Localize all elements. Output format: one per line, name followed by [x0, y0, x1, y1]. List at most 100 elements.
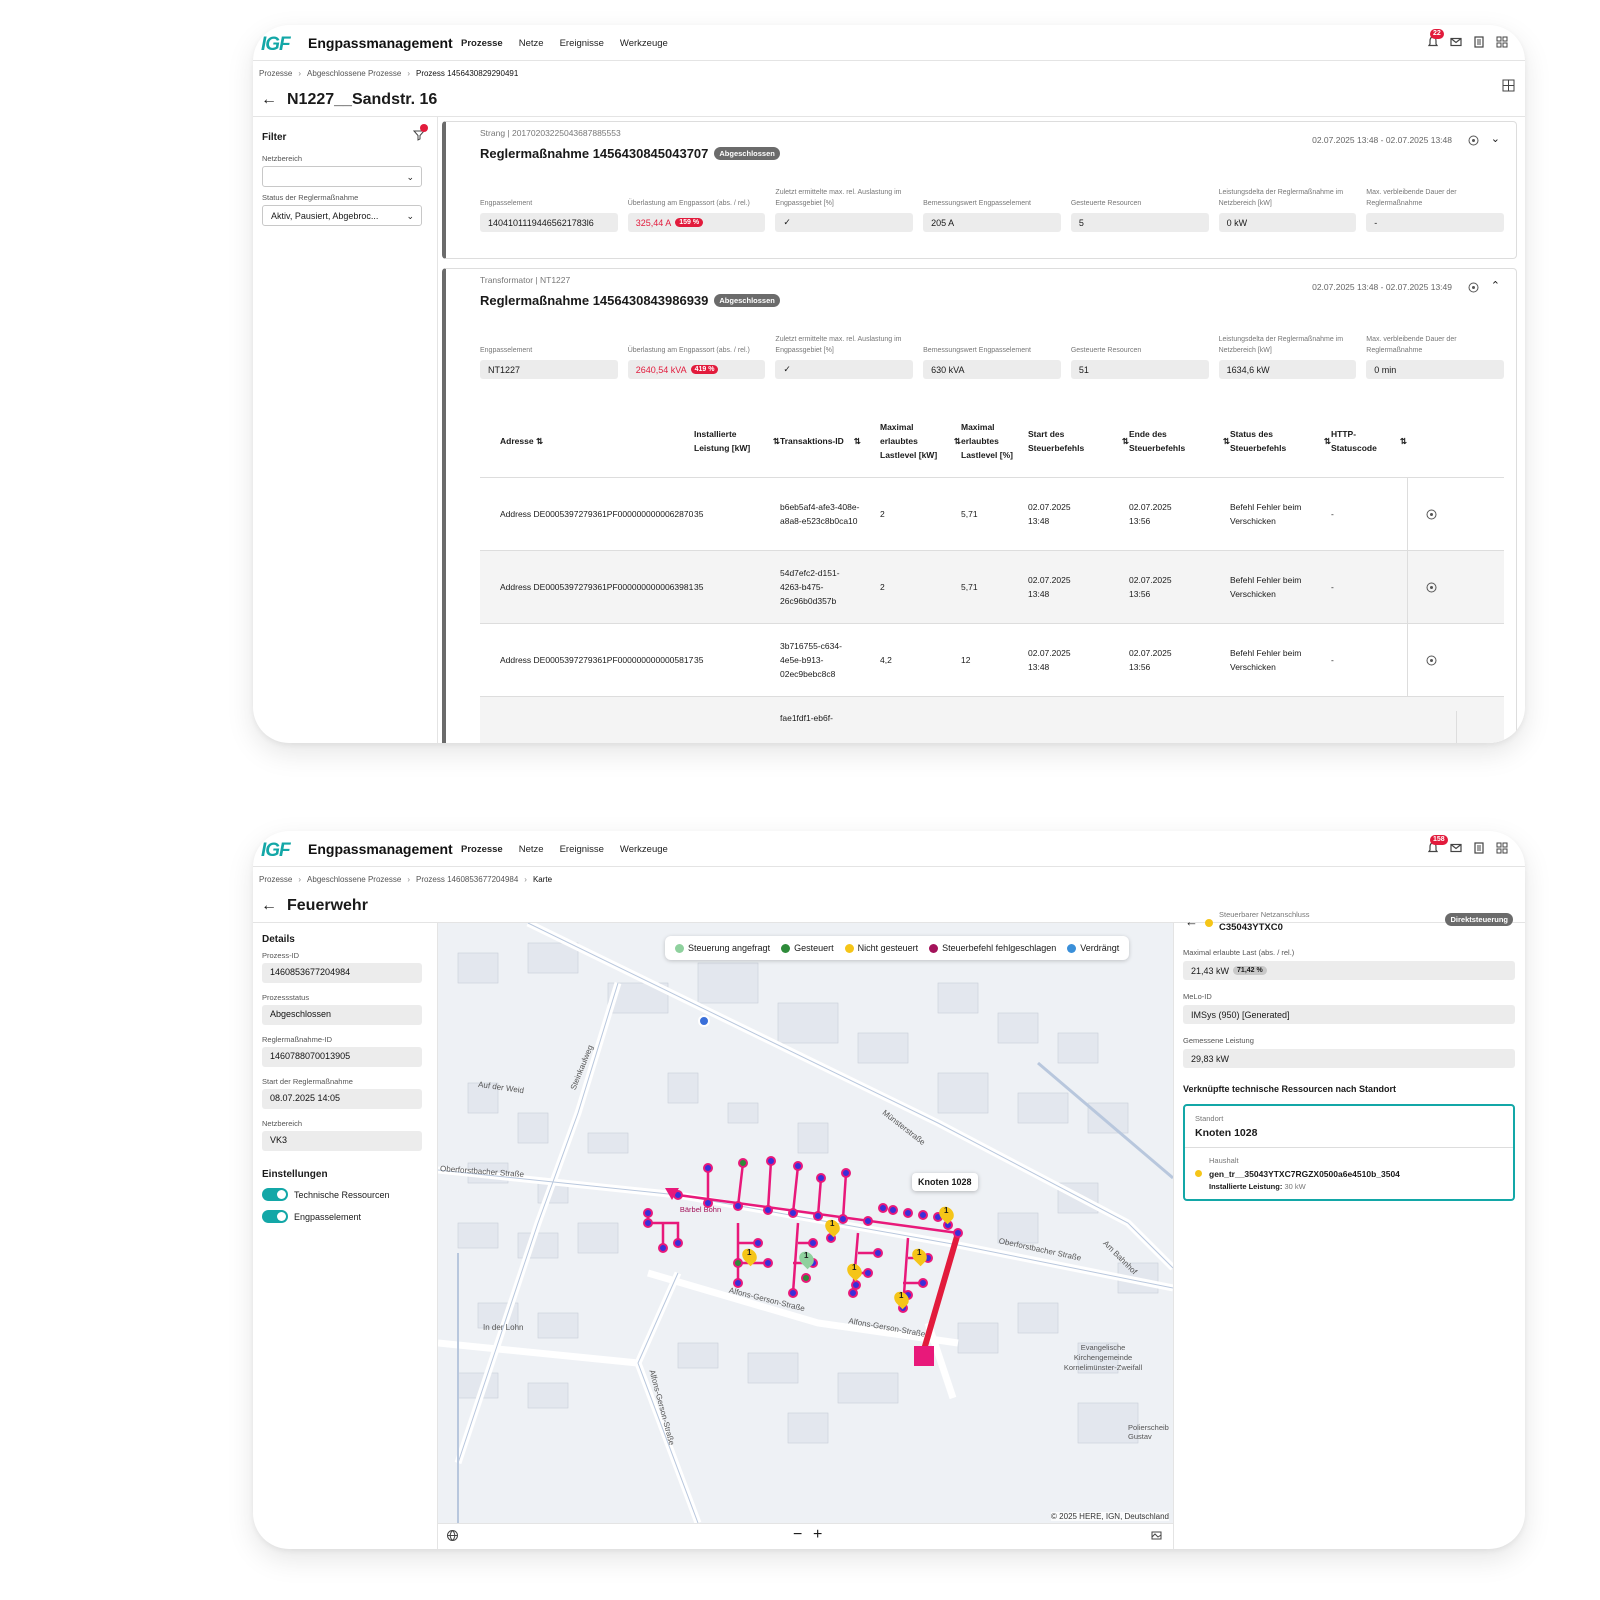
nav-ereignisse[interactable]: Ereignisse: [560, 844, 604, 855]
mail-icon[interactable]: [1449, 841, 1463, 855]
network-node[interactable]: [841, 1168, 851, 1178]
haushalt-item[interactable]: Haushalt gen_tr__35043YTXC7RGZX0500a6e45…: [1185, 1148, 1513, 1199]
toggle-engpasselement[interactable]: [262, 1210, 288, 1223]
col-start[interactable]: Start des Steuerbefehls ⇅: [1028, 427, 1129, 455]
network-node[interactable]: [918, 1210, 928, 1220]
map-canvas[interactable]: Steuerung angefragt Gesteuert Nicht gest…: [438, 923, 1173, 1523]
locate-icon[interactable]: [1407, 477, 1455, 551]
back-arrow-icon[interactable]: ←: [261, 91, 277, 109]
col-ende[interactable]: Ende des Steuerbefehls ⇅: [1129, 427, 1230, 455]
crumb-abgeschlossen[interactable]: Abgeschlossene Prozesse: [307, 875, 401, 884]
col-lastlevel-kw[interactable]: Maximal erlaubtes Lastlevel [kW] ⇅: [880, 420, 961, 462]
network-node[interactable]: [763, 1258, 773, 1268]
layers-icon[interactable]: [1150, 1529, 1163, 1547]
network-node[interactable]: [801, 1273, 811, 1283]
table-layout-icon[interactable]: [1502, 79, 1515, 97]
chevron-up-icon[interactable]: ⌃: [1491, 279, 1500, 292]
network-node[interactable]: [658, 1243, 668, 1253]
network-node[interactable]: [873, 1248, 883, 1258]
network-node[interactable]: [863, 1268, 873, 1278]
crumb-prozess[interactable]: Prozess 1460853677204984: [416, 875, 518, 884]
nav-ereignisse[interactable]: Ereignisse: [560, 38, 604, 49]
apps-grid-icon[interactable]: [1495, 35, 1509, 49]
transformer-marker[interactable]: [914, 1346, 934, 1366]
crumb-prozesse[interactable]: Prozesse: [259, 69, 292, 78]
network-node[interactable]: [953, 1228, 963, 1238]
network-node[interactable]: [643, 1218, 653, 1228]
zoom-in-icon[interactable]: +: [813, 1526, 822, 1544]
nav-werkzeuge[interactable]: Werkzeuge: [620, 38, 668, 49]
zoom-out-icon[interactable]: −: [793, 1526, 802, 1544]
network-node[interactable]: [851, 1280, 861, 1290]
nav-prozesse[interactable]: Prozesse: [461, 38, 503, 49]
mail-icon[interactable]: [1449, 35, 1463, 49]
cell-transaktion: 3b716755-c634-4e5e-b913-02ec9bebc8c8: [780, 641, 842, 679]
network-node[interactable]: [816, 1173, 826, 1183]
network-node[interactable]: [788, 1208, 798, 1218]
netzbereich-select[interactable]: ⌄: [262, 166, 422, 187]
network-node[interactable]: [733, 1278, 743, 1288]
crumb-abgeschlossen[interactable]: Abgeschlossene Prozesse: [307, 69, 401, 78]
network-node[interactable]: [763, 1205, 773, 1215]
status-select[interactable]: Aktiv, Pausiert, Abgebroc... ⌄: [262, 205, 422, 226]
document-icon[interactable]: [1472, 841, 1486, 855]
chevron-down-icon[interactable]: ⌄: [1491, 132, 1500, 145]
table-row[interactable]: Address DE0005397279361PF000000000006398…: [480, 550, 1504, 624]
bell-icon[interactable]: 158: [1426, 835, 1448, 855]
app-logo[interactable]: IGF: [261, 34, 291, 56]
back-arrow-icon[interactable]: ←: [261, 897, 277, 915]
network-node[interactable]: [878, 1203, 888, 1213]
network-node[interactable]: [643, 1208, 653, 1218]
network-node[interactable]: [863, 1216, 873, 1226]
network-node[interactable]: [888, 1205, 898, 1215]
col-http[interactable]: HTTP-Statuscode ⇅: [1331, 427, 1407, 455]
col-transaktion[interactable]: Transaktions-ID ⇅: [780, 434, 880, 448]
filter-funnel-icon[interactable]: [412, 124, 428, 146]
network-node[interactable]: [753, 1238, 763, 1248]
network-node[interactable]: [788, 1288, 798, 1298]
network-node[interactable]: [738, 1158, 748, 1168]
table-row[interactable]: Address DE0005397279361PF000000000000581…: [480, 623, 1504, 697]
nav-netze[interactable]: Netze: [519, 844, 544, 855]
standort-card[interactable]: Standort Knoten 1028 Haushalt gen_tr__35…: [1183, 1104, 1515, 1201]
col-status[interactable]: Status des Steuerbefehls ⇅: [1230, 427, 1331, 455]
col-leistung[interactable]: Installierte Leistung [kW] ⇅: [694, 427, 780, 455]
legend-dot: [1067, 943, 1077, 953]
toggle-technische-ressourcen[interactable]: [262, 1188, 288, 1201]
cell-status: Befehl Fehler beim Verschicken: [1230, 502, 1302, 526]
network-node[interactable]: [813, 1211, 823, 1221]
locate-icon[interactable]: [1407, 623, 1455, 697]
legend-dot: [781, 943, 791, 953]
warning-marker[interactable]: [665, 1188, 679, 1200]
app-logo[interactable]: IGF: [261, 840, 291, 862]
marker-count: 1: [917, 1248, 922, 1257]
settings-title: Einstellungen: [262, 1169, 328, 1180]
col-adresse[interactable]: Adresse ⇅: [480, 434, 694, 448]
nav-prozesse[interactable]: Prozesse: [461, 844, 503, 855]
bell-icon[interactable]: 22: [1426, 29, 1444, 49]
locate-icon[interactable]: [1407, 550, 1455, 624]
document-icon[interactable]: [1472, 35, 1486, 49]
crumb-prozesse[interactable]: Prozesse: [259, 875, 292, 884]
network-node[interactable]: [903, 1208, 913, 1218]
network-node[interactable]: [766, 1156, 776, 1166]
network-node[interactable]: [838, 1214, 848, 1224]
globe-icon[interactable]: [446, 1529, 459, 1547]
nav-werkzeuge[interactable]: Werkzeuge: [620, 844, 668, 855]
locate-icon[interactable]: [1467, 281, 1480, 299]
network-node[interactable]: [793, 1161, 803, 1171]
network-node[interactable]: [918, 1278, 928, 1288]
table-row[interactable]: fae1fdf1-eb6f-: [480, 697, 1504, 743]
locate-icon[interactable]: [1467, 134, 1480, 152]
nav-netze[interactable]: Netze: [519, 38, 544, 49]
back-arrow-icon[interactable]: ←: [1185, 914, 1198, 929]
network-node[interactable]: [733, 1258, 743, 1268]
network-node[interactable]: [703, 1198, 713, 1208]
apps-grid-icon[interactable]: [1495, 841, 1509, 855]
table-row[interactable]: Address DE0005397279361PF000000000006287…: [480, 477, 1504, 551]
network-node[interactable]: [733, 1201, 743, 1211]
network-node[interactable]: [673, 1238, 683, 1248]
network-node[interactable]: [808, 1238, 818, 1248]
network-node[interactable]: [703, 1163, 713, 1173]
col-lastlevel-pct[interactable]: Maximal erlaubtes Lastlevel [%]: [961, 420, 1028, 462]
